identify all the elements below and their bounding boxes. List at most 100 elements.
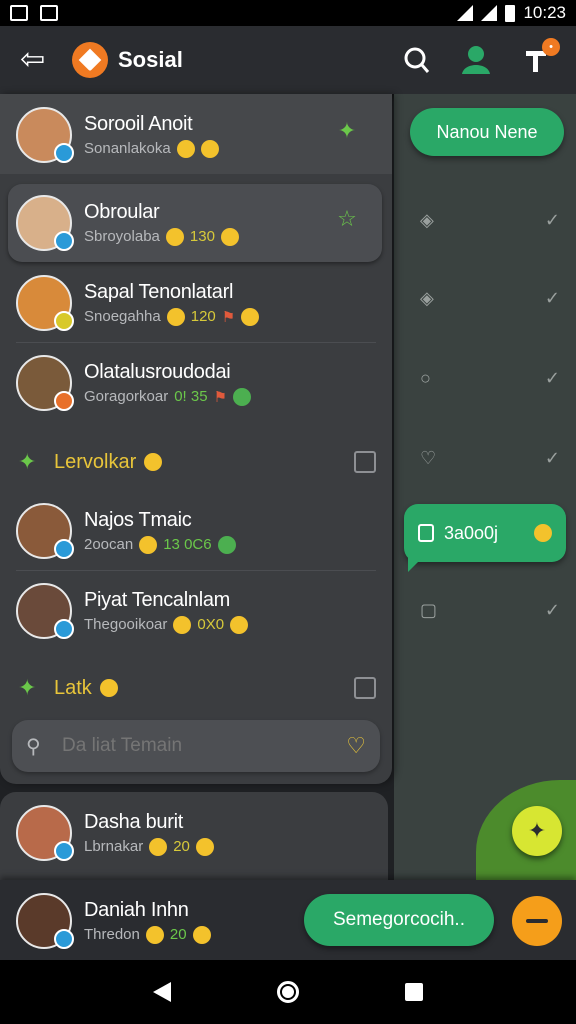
app-logo: [72, 42, 108, 78]
section-label: Latk: [54, 676, 92, 699]
minus-fab-button[interactable]: [512, 896, 562, 946]
emoji-icon: [200, 139, 219, 158]
status-bar: 10:23: [0, 0, 576, 26]
chat-preview: Snoegahha: [84, 308, 161, 325]
chat-name: Najos Tmaic: [84, 508, 192, 531]
avatar: [16, 893, 74, 949]
right-panel-row: ▢ ✓: [420, 596, 560, 626]
minus-icon: [526, 919, 548, 923]
signal-icon: [481, 5, 498, 21]
divider: [16, 570, 376, 571]
list-icon[interactable]: [354, 677, 376, 699]
smile-emoji-icon: [534, 524, 552, 542]
search-user-button[interactable]: [400, 44, 432, 76]
chat-name: Sapal Tenonlatarl: [84, 280, 234, 303]
name-pill-button[interactable]: Nanou Nene: [410, 108, 564, 156]
section-header[interactable]: ✦ Latk: [18, 668, 376, 708]
status-dot: [54, 391, 74, 411]
square-icon: [418, 524, 434, 542]
search-bar[interactable]: ⚲ ♡: [12, 720, 380, 772]
notification-icon: [10, 5, 28, 21]
list-item[interactable]: Najos Tmaic 2oocan 13 0C6: [8, 492, 382, 570]
emoji-icon: [192, 925, 211, 944]
emoji-icon: [144, 453, 163, 471]
avatar: [16, 805, 74, 861]
flag-icon: ⚑: [221, 308, 236, 326]
count: 0X0: [197, 616, 225, 633]
chat-icon[interactable]: ○: [420, 368, 442, 390]
tag-icon[interactable]: ◈: [420, 210, 442, 232]
search-input[interactable]: [62, 735, 347, 757]
right-panel-row: ♡ ✓: [420, 444, 560, 474]
contacts-button[interactable]: [460, 44, 492, 76]
app-title: Sosial: [118, 47, 183, 72]
pin-icon[interactable]: ✓: [538, 288, 560, 310]
count: 120: [190, 308, 216, 325]
chat-name: Dasha burit: [84, 810, 183, 833]
leaf-icon: ✦: [18, 675, 37, 700]
status-dot: [54, 231, 74, 251]
list-item[interactable]: Dasha burit Lbrnakar 20: [8, 794, 382, 872]
wifi-icon: [457, 5, 474, 21]
nav-recents-icon[interactable]: [405, 983, 423, 1001]
list-icon[interactable]: [354, 451, 376, 473]
pin-icon[interactable]: ✓: [538, 600, 560, 622]
chat-name: Piyat Tencalnlam: [84, 588, 231, 611]
pin-icon[interactable]: ✓: [538, 210, 560, 232]
list-item[interactable]: Sorooil Anoit Sonanlakoka ✦: [8, 96, 382, 174]
emoji-icon: [173, 615, 192, 634]
flag-icon: ⚑: [213, 388, 228, 406]
star-icon[interactable]: ☆: [334, 206, 360, 232]
leaf-icon: ✦: [18, 449, 37, 474]
lime-fab-button[interactable]: ✦: [512, 806, 562, 856]
avatar: [16, 583, 74, 639]
heart-outline-icon[interactable]: ♡: [420, 448, 442, 470]
section-header[interactable]: ✦ Lervolkar: [18, 442, 376, 482]
pin-icon[interactable]: ✓: [538, 448, 560, 470]
section-label: Lervolkar: [54, 450, 137, 473]
chat-preview: Lbrnakar: [84, 838, 144, 855]
status-dot: [54, 841, 74, 861]
divider: [16, 342, 376, 343]
pin-icon[interactable]: ✦: [334, 118, 360, 144]
send-button[interactable]: Semegorcocih..: [304, 894, 494, 946]
search-icon: [404, 47, 430, 73]
emoji-icon: [176, 139, 195, 158]
chat-preview: Sbroyolaba: [84, 228, 160, 245]
message-bubble[interactable]: 3a0o0j: [404, 504, 566, 562]
emoji-icon: [166, 307, 185, 326]
list-item[interactable]: Olatalusroudodai Goragorkoar 0! 35 ⚑: [8, 344, 382, 422]
message-text: 3a0o0j: [444, 522, 499, 543]
count: 20: [169, 926, 187, 943]
chat-preview: Thredon: [84, 926, 140, 943]
count: 0! 35: [174, 388, 208, 405]
status-time: 10:23: [523, 3, 566, 22]
chat-preview: Sonanlakoka: [84, 140, 171, 157]
nav-home-icon[interactable]: [277, 981, 299, 1003]
nav-back-icon[interactable]: [153, 982, 171, 1002]
chat-preview: Thegooikoar: [84, 616, 168, 633]
chat-name: Obroular: [84, 200, 160, 223]
notifications-button[interactable]: •: [520, 38, 560, 76]
emoji-icon: [230, 615, 249, 634]
chat-name: Daniah Inhn: [84, 898, 189, 921]
image-icon: [40, 5, 58, 21]
bubble-tail: [408, 556, 424, 572]
list-item[interactable]: Sapal Tenonlatarl Snoegahha 120 ⚑: [8, 264, 382, 342]
note-icon[interactable]: ▢: [420, 600, 442, 622]
list-item[interactable]: Piyat Tencalnlam Thegooikoar 0X0: [8, 572, 382, 650]
tag-icon[interactable]: ◈: [420, 288, 442, 310]
chat-name: Sorooil Anoit: [84, 112, 193, 135]
count: 13 0C6: [163, 536, 212, 553]
chat-preview: Goragorkoar: [84, 388, 169, 405]
heart-icon[interactable]: ♡: [346, 733, 366, 759]
avatar: [16, 503, 74, 559]
notification-badge: •: [542, 38, 560, 56]
list-item[interactable]: Obroular Sbroyolaba 130 ☆: [8, 184, 382, 262]
right-panel-row: ◈ ✓: [420, 206, 560, 236]
status-dot: [54, 539, 74, 559]
avatar: [16, 195, 74, 251]
back-arrow-icon[interactable]: ⇦: [20, 45, 50, 75]
status-dot: [54, 619, 74, 639]
pin-icon[interactable]: ✓: [538, 368, 560, 390]
